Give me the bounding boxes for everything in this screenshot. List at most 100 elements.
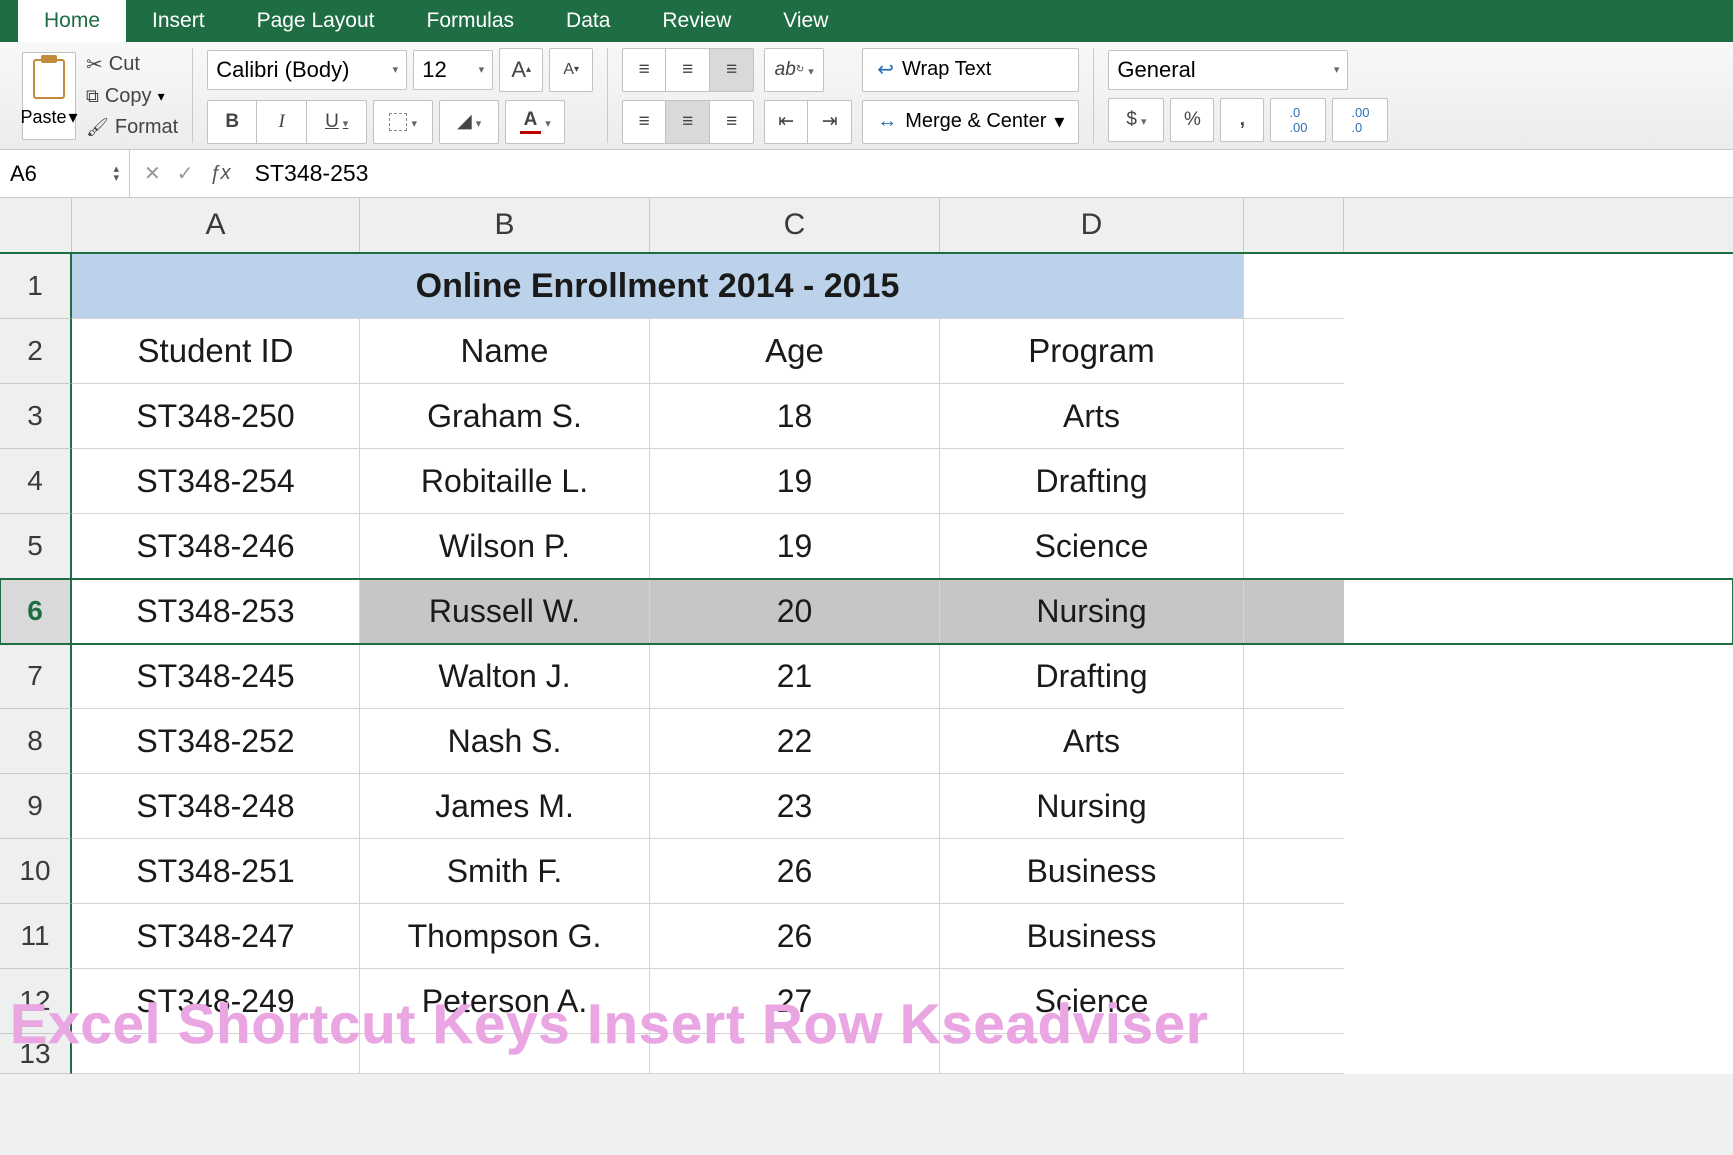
row-header-4[interactable]: 4 [0, 449, 72, 514]
tab-review[interactable]: Review [636, 0, 757, 42]
align-top-button[interactable]: ≡ [622, 48, 666, 92]
column-header-c[interactable]: C [650, 198, 940, 252]
name-box[interactable]: A6 ▴▾ [0, 150, 130, 197]
column-header-e[interactable] [1244, 198, 1344, 252]
copy-button[interactable]: ⧉ Copy ▾ [86, 85, 178, 108]
cell-a12[interactable]: ST348-249 [72, 969, 360, 1034]
font-color-button[interactable]: A [505, 100, 565, 144]
align-bottom-button[interactable]: ≡ [710, 48, 754, 92]
cell-c8[interactable]: 22 [650, 709, 940, 774]
row-header-6[interactable]: 6 [0, 579, 72, 644]
cell-e10[interactable] [1244, 839, 1344, 904]
row-header-9[interactable]: 9 [0, 774, 72, 839]
cell-a8[interactable]: ST348-252 [72, 709, 360, 774]
orientation-button[interactable]: ab↻ [764, 48, 824, 92]
cell-c6[interactable]: 20 [650, 579, 940, 644]
italic-button[interactable]: I [257, 100, 307, 144]
increase-decimal-button[interactable]: .0.00 [1270, 98, 1326, 142]
cell-c2[interactable]: Age [650, 319, 940, 384]
cell-e6[interactable] [1244, 579, 1344, 644]
decrease-indent-button[interactable]: ⇤ [764, 100, 808, 144]
comma-format-button[interactable]: , [1220, 98, 1264, 142]
row-header-13[interactable]: 13 [0, 1034, 72, 1074]
cell-d5[interactable]: Science [940, 514, 1244, 579]
column-header-b[interactable]: B [360, 198, 650, 252]
cell-c10[interactable]: 26 [650, 839, 940, 904]
cell-a4[interactable]: ST348-254 [72, 449, 360, 514]
row-header-8[interactable]: 8 [0, 709, 72, 774]
row-header-2[interactable]: 2 [0, 319, 72, 384]
cell-b6[interactable]: Russell W. [360, 579, 650, 644]
cell-e13[interactable] [1244, 1034, 1344, 1074]
cell-b5[interactable]: Wilson P. [360, 514, 650, 579]
cell-e2[interactable] [1244, 319, 1344, 384]
tab-data[interactable]: Data [540, 0, 636, 42]
decrease-decimal-button[interactable]: .00.0 [1332, 98, 1388, 142]
cell-e1[interactable] [1244, 254, 1344, 319]
formula-input[interactable]: ST348-253 [245, 160, 1733, 187]
cell-a11[interactable]: ST348-247 [72, 904, 360, 969]
align-right-button[interactable]: ≡ [710, 100, 754, 144]
cell-c11[interactable]: 26 [650, 904, 940, 969]
cell-a10[interactable]: ST348-251 [72, 839, 360, 904]
font-size-combo[interactable]: 12▾ [413, 50, 493, 90]
chevron-down-icon[interactable]: ▾ [113, 174, 119, 183]
row-header-11[interactable]: 11 [0, 904, 72, 969]
cell-d4[interactable]: Drafting [940, 449, 1244, 514]
cell-c5[interactable]: 19 [650, 514, 940, 579]
cell-c13[interactable] [650, 1034, 940, 1074]
cell-a5[interactable]: ST348-246 [72, 514, 360, 579]
column-header-a[interactable]: A [72, 198, 360, 252]
cell-d6[interactable]: Nursing [940, 579, 1244, 644]
select-all-corner[interactable] [0, 198, 72, 252]
cell-d11[interactable]: Business [940, 904, 1244, 969]
cell-b9[interactable]: James M. [360, 774, 650, 839]
cell-e9[interactable] [1244, 774, 1344, 839]
bold-button[interactable]: B [207, 100, 257, 144]
cell-b12[interactable]: Peterson A. [360, 969, 650, 1034]
row-header-1[interactable]: 1 [0, 254, 72, 319]
cell-b10[interactable]: Smith F. [360, 839, 650, 904]
row-header-7[interactable]: 7 [0, 644, 72, 709]
cell-e8[interactable] [1244, 709, 1344, 774]
cell-b4[interactable]: Robitaille L. [360, 449, 650, 514]
cell-b2[interactable]: Name [360, 319, 650, 384]
cell-a3[interactable]: ST348-250 [72, 384, 360, 449]
tab-view[interactable]: View [757, 0, 854, 42]
cell-a7[interactable]: ST348-245 [72, 644, 360, 709]
cell-a6[interactable]: ST348-253 [72, 579, 360, 644]
cell-b13[interactable] [360, 1034, 650, 1074]
align-middle-button[interactable]: ≡ [666, 48, 710, 92]
cell-b8[interactable]: Nash S. [360, 709, 650, 774]
tab-insert[interactable]: Insert [126, 0, 231, 42]
cell-c3[interactable]: 18 [650, 384, 940, 449]
paste-button[interactable]: Paste ▾ [22, 52, 76, 140]
accept-formula-button[interactable]: ✓ [177, 161, 194, 186]
cell-a9[interactable]: ST348-248 [72, 774, 360, 839]
cell-d9[interactable]: Nursing [940, 774, 1244, 839]
cell-e4[interactable] [1244, 449, 1344, 514]
cell-d3[interactable]: Arts [940, 384, 1244, 449]
align-center-button[interactable]: ≡ [666, 100, 710, 144]
accounting-format-button[interactable]: $ [1108, 98, 1164, 142]
cell-a2[interactable]: Student ID [72, 319, 360, 384]
cell-b11[interactable]: Thompson G. [360, 904, 650, 969]
wrap-text-button[interactable]: ↩ Wrap Text [862, 48, 1079, 92]
cut-button[interactable]: ✂ Cut [86, 52, 178, 77]
tab-home[interactable]: Home [18, 0, 126, 42]
cell-a13[interactable] [72, 1034, 360, 1074]
tab-formulas[interactable]: Formulas [401, 0, 541, 42]
underline-button[interactable]: U [307, 100, 367, 144]
cell-d12[interactable]: Science [940, 969, 1244, 1034]
fill-color-button[interactable]: ◢ [439, 100, 499, 144]
cell-e5[interactable] [1244, 514, 1344, 579]
cancel-formula-button[interactable]: ✕ [144, 161, 161, 186]
merge-center-button[interactable]: ↔ Merge & Center ▾ [862, 100, 1079, 144]
cell-c12[interactable]: 27 [650, 969, 940, 1034]
cell-b7[interactable]: Walton J. [360, 644, 650, 709]
cell-b3[interactable]: Graham S. [360, 384, 650, 449]
cell-c9[interactable]: 23 [650, 774, 940, 839]
format-painter-button[interactable]: 🖌 Format [86, 116, 178, 139]
cell-e3[interactable] [1244, 384, 1344, 449]
font-name-combo[interactable]: Calibri (Body)▾ [207, 50, 407, 90]
